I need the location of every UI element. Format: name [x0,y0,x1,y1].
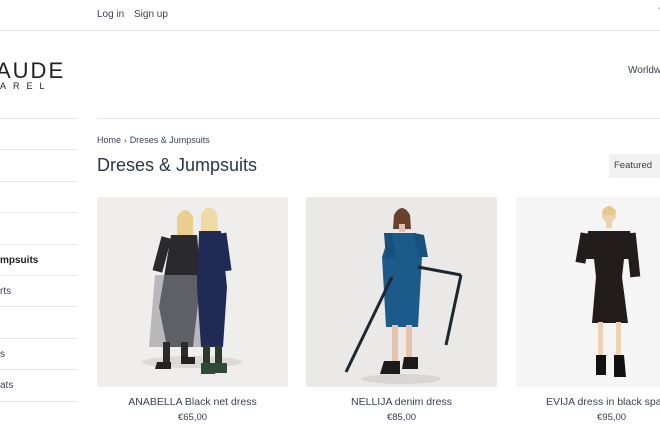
sidebar-item[interactable] [0,306,78,337]
product-photo-denim-dress [306,197,497,387]
product-title[interactable]: NELLIJA denim dress [306,396,497,408]
sort-selected-value: Featured [614,160,653,171]
sidebar-item-label: s [0,348,5,360]
brand-logo[interactable]: AUDE AREL [0,58,86,98]
sidebar-item[interactable]: ats [0,369,78,400]
sidebar-item[interactable] [0,118,78,149]
sidebar-item[interactable] [0,180,78,212]
region-selector[interactable]: Worldwide [628,65,660,76]
product-card[interactable]: EVIJA dress in black spar €95,00 [516,197,660,423]
product-price: €85,00 [386,412,417,423]
logo-subtitle: AREL [0,81,52,91]
breadcrumb: Home › Dreses & Jumpsuits [97,135,210,145]
sidebar-item[interactable]: rts [0,274,78,306]
signup-link[interactable]: Sign up [134,9,168,20]
product-title[interactable]: ANABELLA Black net dress [97,396,288,408]
sort-select[interactable]: Featured [609,154,660,178]
product-photo-two-models [97,197,288,387]
sidebar-item-dreses-jumpsuits[interactable]: mpsuits [0,243,78,275]
header-divider [97,118,660,119]
product-image[interactable] [97,197,288,387]
product-price: €65,00 [177,412,208,423]
breadcrumb-separator: › [124,136,127,145]
top-bar: Log in Sign up ' [0,0,660,31]
sidebar-item[interactable]: s [0,337,78,369]
product-title[interactable]: EVIJA dress in black spar [546,396,660,408]
sidebar-item-label: rts [0,285,12,297]
product-image[interactable] [306,197,497,387]
product-photo-black-dress [516,197,660,387]
breadcrumb-current: Dreses & Jumpsuits [129,135,210,145]
sidebar-item-label: mpsuits [0,254,39,266]
product-price: €95,00 [597,412,627,423]
product-card[interactable]: NELLIJA denim dress €85,00 [306,197,497,423]
page-title: Dreses & Jumpsuits [97,155,258,175]
breadcrumb-home[interactable]: Home [97,135,121,145]
product-card[interactable]: ANABELLA Black net dress €65,00 [97,197,288,423]
sidebar-item[interactable] [0,212,78,243]
login-link[interactable]: Log in [97,9,124,20]
sidebar-item[interactable] [0,149,78,180]
sidebar-item[interactable] [0,400,78,432]
sidebar-item-label: ats [0,380,14,392]
category-sidebar: mpsuits rts s ats [0,118,78,432]
product-image[interactable] [516,197,660,387]
